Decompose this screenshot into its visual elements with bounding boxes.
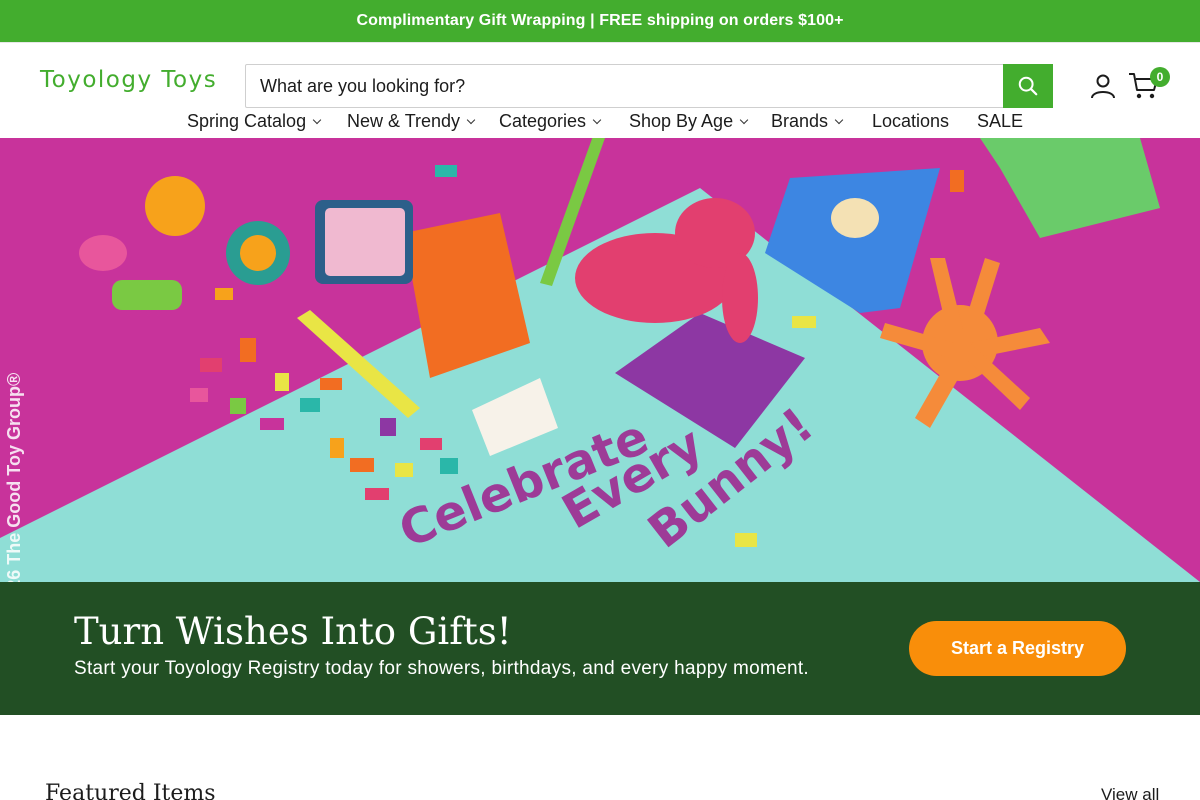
cart-count-badge: 0 <box>1150 67 1170 87</box>
featured-heading: Featured Items <box>45 781 216 800</box>
nav-label: Spring Catalog <box>187 111 307 131</box>
start-registry-button[interactable]: Start a Registry <box>909 621 1126 676</box>
nav-new-trendy[interactable]: New & Trendy <box>347 111 476 132</box>
nav-shop-by-age[interactable]: Shop By Age <box>629 111 749 132</box>
nav-brands[interactable]: Brands <box>771 111 844 132</box>
nav-label: SALE <box>977 111 1024 131</box>
nav-locations[interactable]: Locations <box>872 111 949 132</box>
main-nav: Spring Catalog New & Trendy Categories S… <box>0 111 1200 137</box>
chevron-down-icon <box>466 115 476 125</box>
user-icon[interactable] <box>1090 73 1116 99</box>
hero-copyright: © 2026 The Good Toy Group® <box>4 372 24 582</box>
nav-label: Locations <box>872 111 950 131</box>
registry-title: Turn Wishes Into Gifts! <box>74 610 512 653</box>
nav-sale[interactable]: SALE <box>977 111 1023 132</box>
hero-illustration: Celebrate Every Bunny! <box>0 138 1200 582</box>
nav-label: Categories <box>499 111 587 131</box>
search-bar <box>245 64 1053 108</box>
nav-label: New & Trendy <box>347 111 461 131</box>
search-button[interactable] <box>1003 64 1053 108</box>
announcement-text: Complimentary Gift Wrapping | FREE shipp… <box>356 12 844 29</box>
nav-label: Shop By Age <box>629 111 734 131</box>
nav-spring-catalog[interactable]: Spring Catalog <box>187 111 322 132</box>
site-header: Toyology Toys 0 Spring Catalog New & Tre… <box>0 42 1200 138</box>
nav-label: Brands <box>771 111 829 131</box>
announcement-bar: Complimentary Gift Wrapping | FREE shipp… <box>0 0 1200 42</box>
search-input[interactable] <box>246 65 1003 107</box>
view-all-link[interactable]: View all <box>1101 785 1159 800</box>
hero-banner[interactable]: Celebrate Every Bunny! © 2026 The Good T… <box>0 138 1200 582</box>
chevron-down-icon <box>312 115 322 125</box>
nav-categories[interactable]: Categories <box>499 111 602 132</box>
registry-banner: Turn Wishes Into Gifts! Start your Toyol… <box>0 582 1200 715</box>
logo[interactable]: Toyology Toys <box>40 67 217 93</box>
chevron-down-icon <box>739 115 749 125</box>
chevron-down-icon <box>592 115 602 125</box>
chevron-down-icon <box>834 115 844 125</box>
registry-subtitle: Start your Toyology Registry today for s… <box>74 658 809 679</box>
search-icon <box>1018 76 1038 96</box>
